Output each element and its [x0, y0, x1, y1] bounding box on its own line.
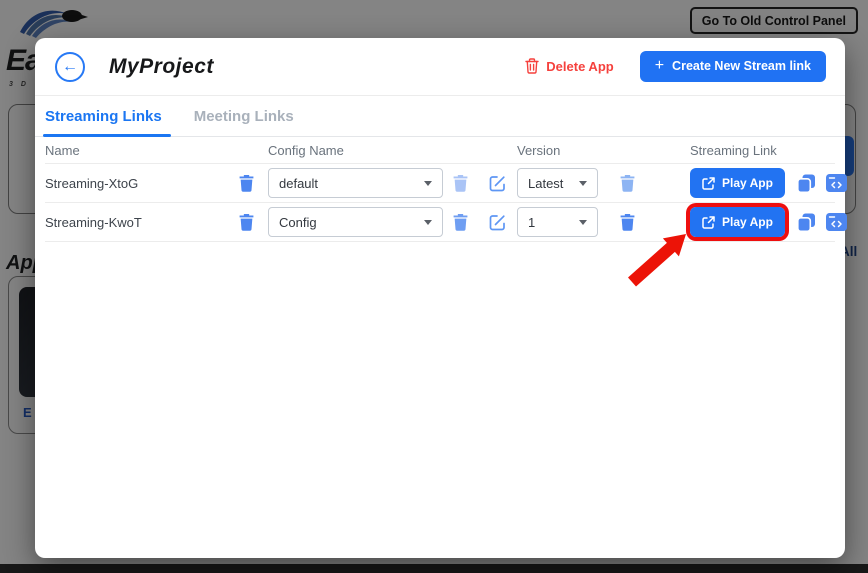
delete-version-button[interactable]: [598, 175, 635, 192]
plus-icon: +: [655, 57, 664, 75]
stream-links-table: Name Config Name Version Streaming Link …: [45, 137, 835, 242]
project-dialog: ← MyProject Delete App + Create New Stre…: [35, 38, 845, 558]
chevron-down-icon: [579, 181, 587, 186]
play-app-button[interactable]: Play App: [690, 207, 785, 237]
embed-code-icon: [826, 213, 847, 231]
config-name-select[interactable]: default: [268, 168, 443, 198]
version-value: 1: [528, 215, 535, 230]
play-app-label: Play App: [722, 176, 773, 190]
edit-icon: [489, 214, 506, 231]
back-arrow-icon: ←: [62, 58, 78, 76]
delete-config-button[interactable]: [453, 175, 468, 192]
screen: Go To Old Control Panel Ea 3 D Apps E Al…: [0, 0, 868, 573]
copy-icon: [797, 174, 816, 193]
external-link-icon: [702, 216, 715, 229]
column-header-version: Version: [517, 143, 690, 158]
config-name-value: Config: [279, 215, 317, 230]
trash-icon: [453, 175, 468, 192]
copy-link-button[interactable]: [797, 213, 816, 232]
delete-stream-button[interactable]: [239, 214, 254, 231]
play-app-wrapper: Play App: [690, 168, 785, 198]
config-name-value: default: [279, 176, 318, 191]
copy-link-button[interactable]: [797, 174, 816, 193]
table-header-row: Name Config Name Version Streaming Link: [45, 137, 835, 164]
play-app-highlight-box: Play App: [690, 207, 785, 237]
delete-app-label: Delete App: [546, 59, 613, 74]
copy-icon: [797, 213, 816, 232]
chevron-down-icon: [579, 220, 587, 225]
chevron-down-icon: [424, 181, 432, 186]
embed-code-button[interactable]: [826, 213, 847, 231]
play-app-button[interactable]: Play App: [690, 168, 785, 198]
trash-icon: [525, 58, 539, 74]
version-value: Latest: [528, 176, 563, 191]
trash-icon: [453, 214, 468, 231]
play-app-label: Play App: [722, 215, 773, 229]
external-link-icon: [702, 177, 715, 190]
delete-config-button[interactable]: [453, 214, 468, 231]
trash-icon: [239, 214, 254, 231]
stream-name: Streaming-XtoG: [45, 176, 225, 191]
trash-icon: [620, 175, 635, 192]
table-row: Streaming-KwoT Config: [45, 203, 835, 242]
embed-code-icon: [826, 174, 847, 192]
column-header-streaming-link: Streaming Link: [690, 143, 835, 158]
column-header-name: Name: [45, 143, 268, 158]
config-name-select[interactable]: Config: [268, 207, 443, 237]
dialog-actions: Delete App + Create New Stream link: [525, 50, 826, 82]
trash-icon: [239, 175, 254, 192]
tab-meeting-links[interactable]: Meeting Links: [194, 108, 294, 136]
trash-icon: [620, 214, 635, 231]
chevron-down-icon: [424, 220, 432, 225]
edit-config-button[interactable]: [489, 175, 506, 192]
stream-name: Streaming-KwoT: [45, 215, 225, 230]
tab-streaming-links[interactable]: Streaming Links: [45, 108, 162, 136]
delete-app-button[interactable]: Delete App: [525, 58, 613, 74]
edit-icon: [489, 175, 506, 192]
create-new-stream-link-button[interactable]: + Create New Stream link: [640, 51, 826, 82]
embed-code-button[interactable]: [826, 174, 847, 192]
column-header-config-name: Config Name: [268, 143, 517, 158]
edit-config-button[interactable]: [489, 214, 506, 231]
version-select[interactable]: Latest: [517, 168, 598, 198]
delete-stream-button[interactable]: [239, 175, 254, 192]
project-title: MyProject: [109, 55, 214, 79]
table-row: Streaming-XtoG default: [45, 164, 835, 203]
create-button-label: Create New Stream link: [672, 59, 811, 73]
delete-version-button[interactable]: [598, 214, 635, 231]
version-select[interactable]: 1: [517, 207, 598, 237]
back-button[interactable]: ←: [55, 52, 85, 82]
header-divider: [35, 95, 845, 96]
links-tabs: Streaming Links Meeting Links: [45, 108, 294, 136]
